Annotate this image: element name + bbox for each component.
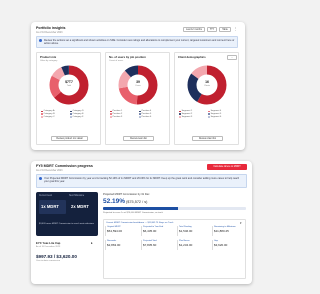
stat-item: Gap $3,620.00 [212, 240, 227, 250]
ytd-value: $997.93 / $3,620.00 [36, 254, 77, 259]
stat-item: Total Pending $1,546.00 [177, 226, 192, 236]
stat-item: Plus Bonus $1,234.00 [177, 240, 192, 250]
review-product-mix-button[interactable]: Review product mix detail [51, 136, 88, 141]
current-level-panel: Current level Next Milestone 1x MDRT 2x … [36, 192, 98, 236]
legend-item: Category C [41, 116, 55, 119]
panel-subtitle: Value by category [40, 59, 58, 62]
next-level-value: 2x MDRT [71, 204, 89, 209]
client-legend: Segment 1 Segment 2 Segment 3 [179, 110, 192, 119]
projected-amount: ($75,572 / s) [126, 200, 148, 204]
stat-item: Original MDRT $54,594.00 [105, 226, 122, 236]
tty-button[interactable]: TTY [207, 27, 217, 32]
mdrt-progress-fill [103, 207, 178, 210]
donut-center-value: 39 [136, 80, 140, 84]
product-mix-legend: Category A Category B Category C [41, 110, 55, 119]
product-mix-legend-col2: Category D Category E Category F [70, 110, 84, 119]
chevron-right-icon[interactable]: ▸ [91, 241, 93, 245]
info-icon [39, 177, 42, 180]
insights-alert-text: Review the actions set a significant and… [44, 38, 235, 45]
legend-item: Category F [70, 116, 84, 119]
stat-item: Renewals $2,863.00 [105, 240, 120, 250]
legend-item: Position 6 [139, 116, 151, 119]
users-by-position-panel: No. of users by job position Count of us… [105, 52, 170, 145]
review-learn-list-button[interactable]: Review learn list [123, 136, 154, 141]
mdrt-commission-card: FY5 MDRT Commission progress As of 10 De… [31, 161, 252, 284]
legend-item: Position 3 [110, 116, 122, 119]
current-level-label: Current level [39, 195, 53, 197]
ytd-panel: EYC Year-Lite Cap ▸ As of 10 December 20… [36, 240, 98, 280]
level-note: $3,620 more MDRT Commission to reach nex… [39, 223, 94, 225]
stat-item: Projected to Year End $6,435.00 [141, 226, 163, 236]
portfolio-insights-title: Portfolio insights [36, 26, 66, 30]
donut-center-value: $7T7 [65, 80, 73, 84]
mdrt-title: FY5 MDRT Commission progress [36, 164, 93, 168]
donut-center-value: 16 [205, 80, 209, 84]
review-client-list-button[interactable]: Review client list [192, 136, 223, 141]
panel-options-button[interactable]: ··· [227, 55, 237, 60]
current-level-value: 1x MDRT [41, 204, 59, 209]
portfolio-insights-card: Portfolio insights As of 10 December 202… [31, 22, 245, 150]
mdrt-alert: Your Projected MDRT Commission by year e… [36, 174, 247, 188]
projected-label: Projected MDRT Commission by 31 Dec [103, 193, 150, 196]
projected-value-row: 52.19% ($75,572 / s) [103, 198, 147, 205]
more-options-icon[interactable]: ⋮ [233, 27, 238, 32]
mdrt-subtitle: As of 10 December 2023 [36, 169, 63, 172]
period-dropdown[interactable]: Last 12 months [183, 27, 205, 32]
ytd-sub: As of 10 December 2023 [36, 246, 61, 248]
calculate-mdrt-button[interactable]: Calculate where to MDRT [207, 164, 247, 170]
stat-item: Projected Total $7,835.60 [141, 240, 157, 250]
portfolio-insights-subtitle: As of 10 December 2023 [36, 31, 63, 34]
donut-center-label: Clients [203, 85, 211, 87]
ytd-label: EYC Year-Lite Cap [36, 241, 61, 245]
legend-item: Segment 6 [208, 116, 221, 119]
mdrt-alert-text: Your Projected MDRT Commission by year e… [44, 176, 240, 183]
breakdown-header: Current MDRT Commission breakdown — $11,… [106, 222, 174, 224]
next-level-label: Next Milestone [69, 195, 85, 197]
legend-item: Segment 3 [179, 116, 192, 119]
users-legend-col2: Position 4 Position 5 Position 6 [139, 110, 151, 119]
users-legend: Position 1 Position 2 Position 3 [110, 110, 122, 119]
client-demographics-panel: Client demographics ··· 16 Clients Segme… [174, 52, 239, 145]
projected-percent: 52.19% [103, 198, 126, 205]
client-legend-col2: Segment 4 Segment 5 Segment 6 [208, 110, 221, 119]
panel-title: Client demographics [178, 55, 206, 59]
ytd-note: Year-to-date commission [36, 260, 61, 262]
table-button[interactable]: Table [219, 27, 231, 32]
donut-center-label: Users [135, 85, 141, 87]
insights-alert: Review the actions set a significant and… [36, 36, 238, 48]
stat-item: Remaining to Milestone $11,880.25 [212, 226, 236, 236]
progress-note: Projected to cross 1x at $75,000 MDRT Co… [103, 212, 163, 214]
mdrt-progress-bar [103, 207, 246, 210]
expand-icon[interactable]: ▾ [240, 221, 242, 225]
product-mix-panel: Product mix Value by category $7T7 Total… [36, 52, 101, 145]
info-icon [39, 39, 42, 42]
panel-subtitle: Count of users [109, 59, 124, 62]
donut-center-label: Total [66, 85, 72, 87]
